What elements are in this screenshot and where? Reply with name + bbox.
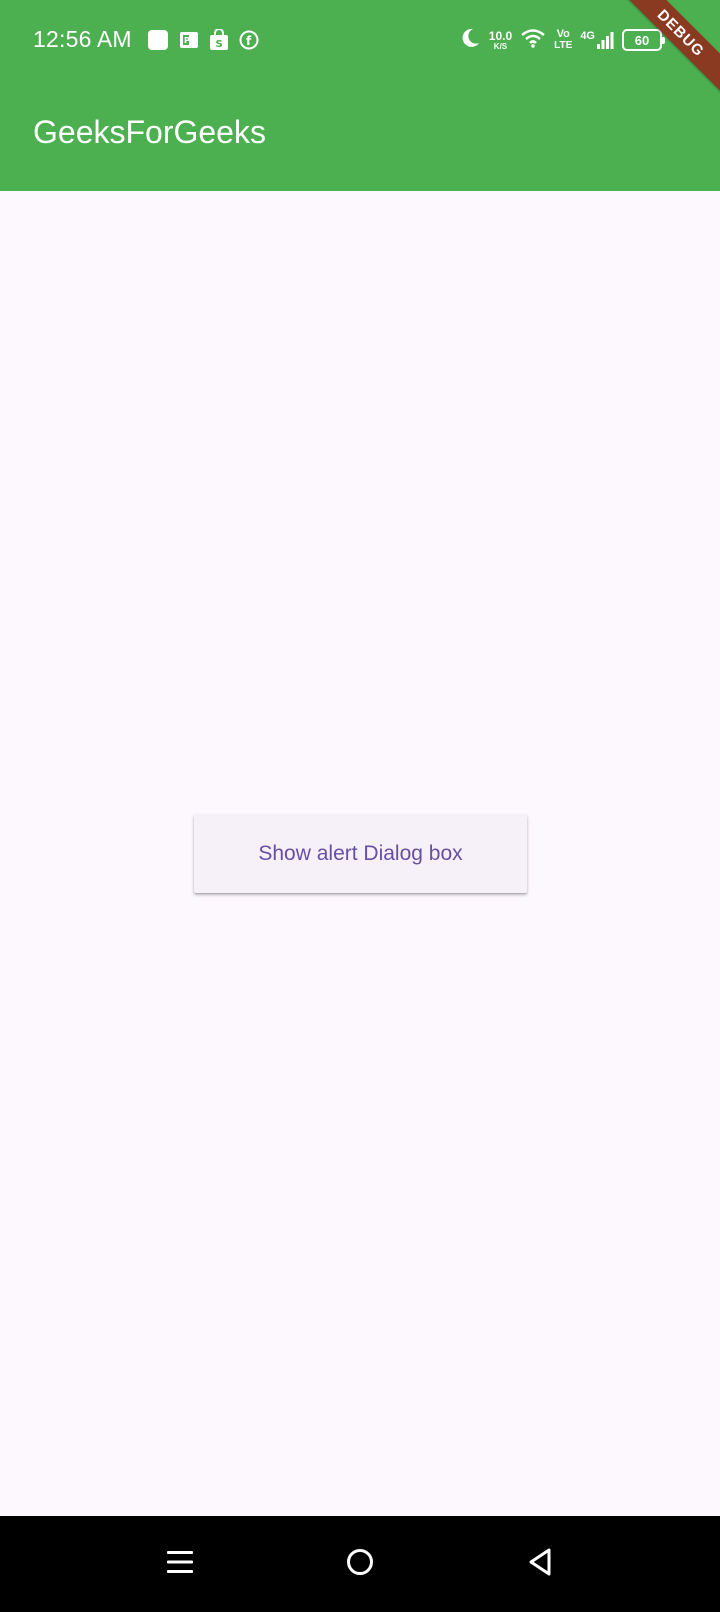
moon-icon <box>459 27 481 54</box>
status-time: 12:56 AM <box>33 26 132 52</box>
svg-text:P: P <box>184 36 190 45</box>
menu-icon <box>166 1549 194 1580</box>
signal-icon: 4G <box>580 30 614 50</box>
network-type: 4G <box>580 30 595 42</box>
app-header: 12:56 AM P S f 10.0 K/S Vo LTE 4G 60 Gee… <box>0 0 720 191</box>
net-speed: 10.0 K/S <box>489 30 512 51</box>
wifi-icon <box>520 27 546 54</box>
volte-bottom: LTE <box>554 40 573 51</box>
volte-top: Vo <box>556 28 570 40</box>
main-content: Show alert Dialog box <box>0 191 720 1516</box>
svg-text:f: f <box>246 34 252 48</box>
svg-text:S: S <box>216 39 223 50</box>
system-icons: 10.0 K/S Vo LTE 4G 60 <box>459 24 665 56</box>
net-speed-unit: K/S <box>493 41 508 51</box>
square-app-icon <box>147 29 169 51</box>
navigation-bar <box>0 1516 720 1612</box>
powerpoint-icon: P <box>179 30 199 50</box>
back-button[interactable] <box>492 1516 588 1612</box>
volte-indicator: Vo LTE <box>554 29 572 51</box>
home-button[interactable] <box>312 1516 408 1612</box>
app-screen: 12:56 AM P S f 10.0 K/S Vo LTE 4G 60 Gee… <box>0 0 720 1612</box>
notification-icons: P S f <box>147 28 259 52</box>
status-bar: 12:56 AM P S f 10.0 K/S Vo LTE 4G 60 <box>0 0 720 84</box>
net-speed-value: 10.0 <box>488 28 513 43</box>
show-alert-dialog-button[interactable]: Show alert Dialog box <box>194 814 527 893</box>
app-bar-title: GeeksForGeeks <box>33 114 266 150</box>
home-icon <box>345 1547 375 1582</box>
recent-apps-button[interactable] <box>132 1516 228 1612</box>
facebook-icon: f <box>239 30 259 50</box>
back-icon <box>527 1547 553 1582</box>
shopping-bag-icon: S <box>209 29 229 51</box>
battery-indicator: 60 <box>622 29 665 51</box>
battery-level: 60 <box>634 32 650 48</box>
